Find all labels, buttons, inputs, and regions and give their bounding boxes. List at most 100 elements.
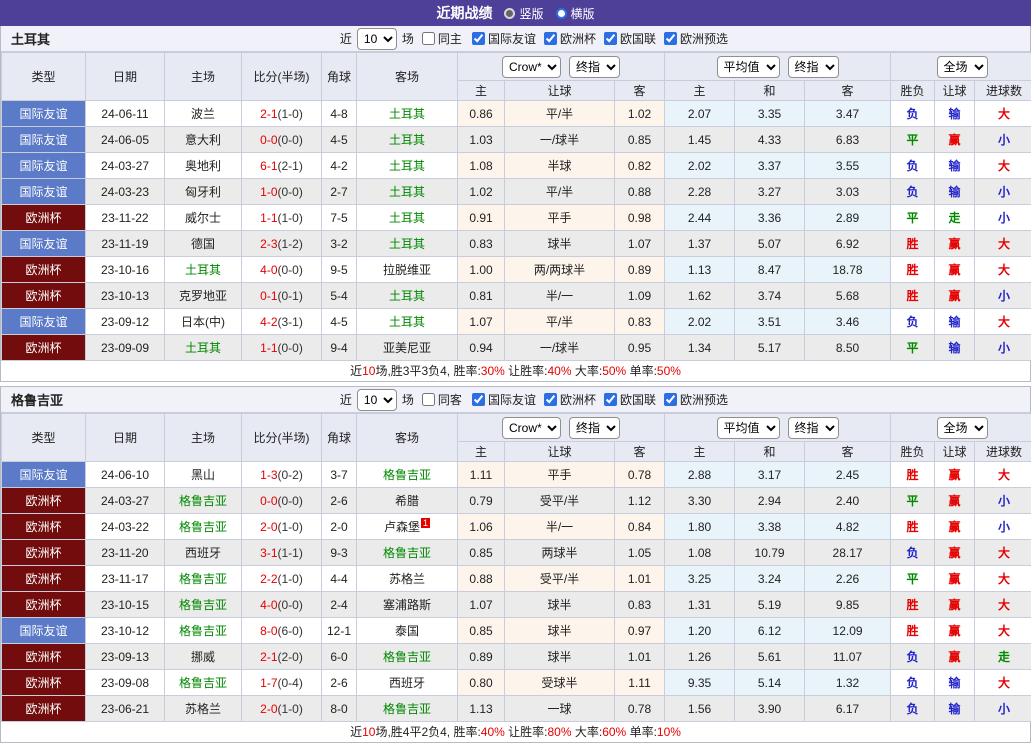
corner-count: 8-0 — [321, 695, 357, 722]
same-venue-checkbox[interactable] — [421, 393, 435, 406]
halftime-score: (6-0) — [277, 623, 303, 638]
layout-radio-horizontal[interactable]: 横版 — [555, 5, 595, 22]
goals-flag: 大 — [974, 308, 1031, 335]
col-header-date: 日期 — [85, 413, 165, 462]
radio-selected-icon[interactable] — [504, 7, 516, 19]
home-team: 土耳其 — [164, 256, 242, 283]
summary-segment: 场,胜3平3负4, 胜率: — [375, 364, 481, 378]
handicap-home-odds: 0.79 — [457, 487, 505, 514]
col-header-away: 客场 — [356, 52, 458, 101]
handicap-flag: 赢 — [934, 461, 976, 488]
summary-segment: 10 — [362, 725, 376, 739]
home-team: 格鲁吉亚 — [164, 669, 242, 696]
odds-time-select-1[interactable]: 终指 — [569, 55, 621, 78]
same-venue-checkbox[interactable] — [421, 32, 435, 45]
avg-draw-odds: 5.17 — [734, 334, 806, 361]
league-euroqualifier-checkbox[interactable] — [663, 393, 677, 406]
result-flag: 负 — [890, 669, 936, 696]
halftime-score: (0-0) — [277, 132, 303, 147]
avg-draw-odds: 6.12 — [734, 617, 806, 644]
avg-home-odds: 1.45 — [664, 126, 736, 153]
avg-away-odds: 3.47 — [804, 100, 892, 127]
odds-time-select-1[interactable]: 终指 — [569, 416, 621, 439]
handicap-home-odds: 0.81 — [457, 282, 505, 309]
handicap-flag: 输 — [934, 308, 976, 335]
match-row: 欧洲杯 23-11-20 西班牙 3-1(1-1) 9-3 格鲁吉亚 0.85 两球半 1.05… — [1, 539, 1031, 566]
handicap-flag: 赢 — [934, 617, 976, 644]
team-section-turkey: 土耳其 近 10 场 同主 国际友谊 欧洲杯 欧国联 欧洲预选 类型 日期 主场… — [0, 26, 1031, 382]
goals-flag: 小 — [974, 126, 1031, 153]
handicap-line: 半/一 — [504, 513, 615, 540]
match-count-select[interactable]: 10 — [356, 388, 397, 411]
away-team: 格鲁吉亚 — [356, 539, 458, 566]
avg-home-odds: 2.44 — [664, 204, 736, 231]
bookmaker-select[interactable]: Crow* — [502, 416, 562, 439]
layout-radio-vertical[interactable]: 竖版 — [504, 5, 544, 22]
home-team: 格鲁吉亚 — [164, 617, 242, 644]
fullmatch-select[interactable]: 全场 — [936, 55, 988, 78]
summary-segment: 30% — [480, 364, 505, 378]
average-select[interactable]: 平均值 — [716, 55, 780, 78]
odds-time-select-2[interactable]: 终指 — [787, 55, 839, 78]
team-section-georgia: 格鲁吉亚 近 10 场 同客 国际友谊 欧洲杯 欧国联 欧洲预选 类型 日期 主… — [0, 386, 1031, 743]
goals-flag: 小 — [974, 178, 1031, 205]
corner-count: 9-5 — [321, 256, 357, 283]
home-team: 波兰 — [164, 100, 242, 127]
match-date: 24-03-27 — [85, 487, 165, 514]
handicap-away-odds: 1.07 — [613, 230, 666, 257]
handicap-flag: 赢 — [934, 282, 976, 309]
match-count-select[interactable]: 10 — [356, 27, 397, 50]
goals-flag: 大 — [974, 461, 1031, 488]
average-select[interactable]: 平均值 — [716, 416, 780, 439]
top-title-bar: 近期战绩 竖版 横版 — [0, 0, 1031, 26]
handicap-line: 平手 — [504, 204, 615, 231]
handicap-away-odds: 0.95 — [613, 334, 666, 361]
league-nationsleague-checkbox[interactable] — [603, 32, 617, 45]
fulltime-score: 0-0 — [260, 132, 278, 147]
league-friendly-checkbox[interactable] — [471, 393, 485, 406]
away-team: 卢森堡 1 — [356, 513, 458, 540]
match-date: 23-09-09 — [85, 334, 165, 361]
fulltime-score: 2-0 — [260, 701, 278, 716]
col-header-home: 主场 — [164, 52, 242, 101]
league-eurocup-checkbox[interactable] — [543, 32, 557, 45]
league-friendly-checkbox[interactable] — [471, 32, 485, 45]
score-cell: 6-1(2-1) — [241, 152, 322, 179]
avg-home-odds: 2.28 — [664, 178, 736, 205]
fullmatch-select[interactable]: 全场 — [936, 416, 988, 439]
league-euroqualifier-checkbox[interactable] — [663, 32, 677, 45]
avg-away-odds: 6.17 — [804, 695, 892, 722]
odds-time-select-2[interactable]: 终指 — [787, 416, 839, 439]
home-team: 黑山 — [164, 461, 242, 488]
halftime-score: (1-1) — [277, 545, 303, 560]
goals-flag: 小 — [974, 334, 1031, 361]
handicap-home-odds: 1.06 — [457, 513, 505, 540]
avg-away-odds: 1.32 — [804, 669, 892, 696]
handicap-home-odds: 1.00 — [457, 256, 505, 283]
handicap-home-odds: 1.08 — [457, 152, 505, 179]
fullmatch-group: 全场 — [890, 52, 1031, 81]
handicap-away-odds: 0.84 — [613, 513, 666, 540]
fulltime-score: 0-1 — [260, 288, 278, 303]
corner-count: 9-4 — [321, 334, 357, 361]
bookmaker-select[interactable]: Crow* — [502, 55, 562, 78]
handicap-home-odds: 1.11 — [457, 461, 505, 488]
summary-segment: 让胜率: — [504, 725, 548, 739]
goals-flag: 小 — [974, 695, 1031, 722]
handicap-home-odds: 1.07 — [457, 591, 505, 618]
league-eurocup-checkbox[interactable] — [543, 393, 557, 406]
goals-flag: 大 — [974, 256, 1031, 283]
away-team: 土耳其 — [356, 308, 458, 335]
handicap-odds-group: Crow* 终指 — [456, 52, 666, 81]
halftime-score: (1-2) — [277, 236, 303, 251]
col-header-avg-draw: 和 — [734, 80, 806, 101]
halftime-score: (0-4) — [277, 675, 303, 690]
match-date: 24-06-05 — [85, 126, 165, 153]
radio-unselected-icon[interactable] — [555, 7, 567, 19]
avg-draw-odds: 3.17 — [734, 461, 806, 488]
league-nationsleague-checkbox[interactable] — [603, 393, 617, 406]
away-team: 希腊 — [356, 487, 458, 514]
handicap-home-odds: 0.91 — [457, 204, 505, 231]
col-header-avg-draw: 和 — [734, 441, 806, 462]
handicap-line: 两/两球半 — [504, 256, 615, 283]
